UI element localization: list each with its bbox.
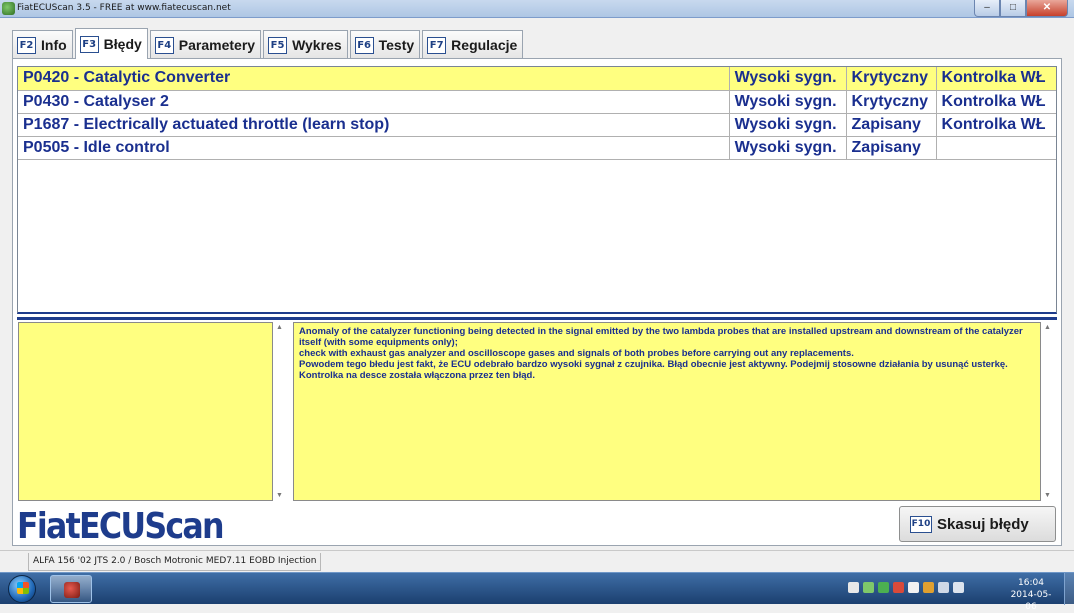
description-scrollbar[interactable]: ▲ ▼ bbox=[1041, 322, 1055, 501]
scroll-up-icon[interactable]: ▲ bbox=[276, 324, 283, 331]
description-line: Anomaly of the catalyzer functioning bei… bbox=[299, 326, 1023, 348]
taskbar-clock[interactable]: 16:04 2014-05-06 bbox=[1006, 577, 1056, 613]
alert-icon[interactable] bbox=[893, 582, 904, 593]
tab-label: Wykres bbox=[292, 37, 342, 53]
error-description: Anomaly of the catalyzer functioning bei… bbox=[293, 322, 1041, 501]
window-controls: – □ ✕ bbox=[974, 0, 1068, 17]
tab-testy[interactable]: F6 Testy bbox=[349, 30, 421, 59]
volume-icon[interactable] bbox=[938, 582, 949, 593]
windows-logo-icon bbox=[17, 582, 29, 594]
clock-date: 2014-05-06 bbox=[1010, 590, 1052, 612]
scroll-down-icon[interactable]: ▼ bbox=[276, 492, 283, 499]
error-table: P0420 - Catalytic Converter Wysoki sygn.… bbox=[18, 67, 1056, 160]
network-app-icon[interactable] bbox=[863, 582, 874, 593]
window-title: FiatECUScan 3.5 - FREE at www.fiatecusca… bbox=[17, 3, 231, 13]
description-line: check with exhaust gas analyzer and osci… bbox=[299, 348, 854, 359]
error-status: Zapisany bbox=[846, 136, 937, 160]
tab-label: Regulacje bbox=[451, 37, 518, 53]
tab-regulacje[interactable]: F7 Regulacje bbox=[422, 30, 524, 59]
error-code: P1687 - Electrically actuated throttle (… bbox=[18, 113, 730, 137]
error-lamp bbox=[936, 136, 1056, 160]
left-scrollbar[interactable]: ▲ ▼ bbox=[273, 322, 287, 501]
error-lamp: Kontrolka WŁ bbox=[936, 90, 1056, 114]
clock-time: 16:04 bbox=[1018, 578, 1044, 588]
word-icon[interactable] bbox=[848, 582, 859, 593]
tab-label: Błędy bbox=[103, 36, 142, 52]
taskbar-app-button[interactable] bbox=[50, 575, 92, 603]
error-signal: Wysoki sygn. bbox=[729, 136, 847, 160]
app-logo: FiatECUScan bbox=[17, 506, 225, 547]
error-lamp: Kontrolka WŁ bbox=[936, 67, 1056, 91]
error-code: P0420 - Catalytic Converter bbox=[18, 67, 730, 91]
error-status: Zapisany bbox=[846, 113, 937, 137]
error-list[interactable]: P0420 - Catalytic Converter Wysoki sygn.… bbox=[17, 66, 1057, 314]
error-code: P0505 - Idle control bbox=[18, 136, 730, 160]
error-signal: Wysoki sygn. bbox=[729, 90, 847, 114]
fkey-badge: F5 bbox=[268, 36, 288, 54]
fkey-badge: F2 bbox=[17, 36, 36, 54]
error-row[interactable]: P0505 - Idle control Wysoki sygn. Zapisa… bbox=[18, 136, 1056, 160]
error-detail-panel bbox=[18, 322, 273, 501]
start-button[interactable] bbox=[8, 575, 36, 603]
description-line: Powodem tego błedu jest fakt, że ECU ode… bbox=[299, 359, 1008, 381]
os-taskbar: 16:04 2014-05-06 bbox=[0, 572, 1074, 612]
scroll-down-icon[interactable]: ▼ bbox=[1044, 492, 1051, 499]
window-titlebar: FiatECUScan 3.5 - FREE at www.fiatecusca… bbox=[0, 0, 1074, 18]
tab-label: Info bbox=[41, 37, 67, 53]
tab-info[interactable]: F2 Info bbox=[12, 30, 73, 59]
tab-bledy[interactable]: F3 Błędy bbox=[74, 28, 148, 59]
error-code: P0430 - Catalyser 2 bbox=[18, 90, 730, 114]
fkey-badge: F4 bbox=[154, 36, 174, 54]
tab-label: Testy bbox=[378, 37, 415, 53]
app-taskbar-icon bbox=[64, 582, 80, 598]
fkey-badge: F6 bbox=[354, 36, 374, 54]
vehicle-status: ALFA 156 '02 JTS 2.0 / Bosch Motronic ME… bbox=[28, 553, 322, 571]
update-icon[interactable] bbox=[878, 582, 889, 593]
clear-errors-button[interactable]: F10 Skasuj błędy bbox=[899, 506, 1056, 542]
show-desktop-button[interactable] bbox=[1064, 573, 1074, 605]
error-signal: Wysoki sygn. bbox=[729, 113, 847, 137]
scroll-up-icon[interactable]: ▲ bbox=[1044, 324, 1051, 331]
system-tray bbox=[848, 582, 964, 593]
clear-errors-label: Skasuj błędy bbox=[937, 515, 1029, 533]
tab-bar: F2 Info F3 Błędy F4 Parametery F5 Wykres… bbox=[12, 28, 525, 59]
error-status: Krytyczny bbox=[846, 90, 937, 114]
app-icon bbox=[2, 2, 15, 15]
error-signal: Wysoki sygn. bbox=[729, 67, 847, 91]
error-row[interactable]: P1687 - Electrically actuated throttle (… bbox=[18, 113, 1056, 137]
close-button[interactable]: ✕ bbox=[1026, 0, 1068, 17]
fkey-badge: F3 bbox=[79, 35, 99, 53]
error-status: Krytyczny bbox=[846, 67, 937, 91]
minimize-button[interactable]: – bbox=[974, 0, 1000, 17]
tab-label: Parametery bbox=[178, 37, 256, 53]
error-lamp: Kontrolka WŁ bbox=[936, 113, 1056, 137]
error-row[interactable]: P0430 - Catalyser 2 Wysoki sygn. Krytycz… bbox=[18, 90, 1056, 114]
status-bar: ALFA 156 '02 JTS 2.0 / Bosch Motronic ME… bbox=[0, 550, 1074, 572]
fkey-badge: F7 bbox=[427, 36, 447, 54]
flag-icon[interactable] bbox=[908, 582, 919, 593]
panel-divider[interactable] bbox=[17, 317, 1057, 320]
tab-wykres[interactable]: F5 Wykres bbox=[263, 30, 348, 59]
signal-icon[interactable] bbox=[923, 582, 934, 593]
maximize-button[interactable]: □ bbox=[1000, 0, 1026, 17]
tab-parametery[interactable]: F4 Parametery bbox=[149, 30, 262, 59]
battery-icon[interactable] bbox=[953, 582, 964, 593]
fkey-badge: F10 bbox=[910, 515, 932, 533]
error-row[interactable]: P0420 - Catalytic Converter Wysoki sygn.… bbox=[18, 67, 1056, 91]
